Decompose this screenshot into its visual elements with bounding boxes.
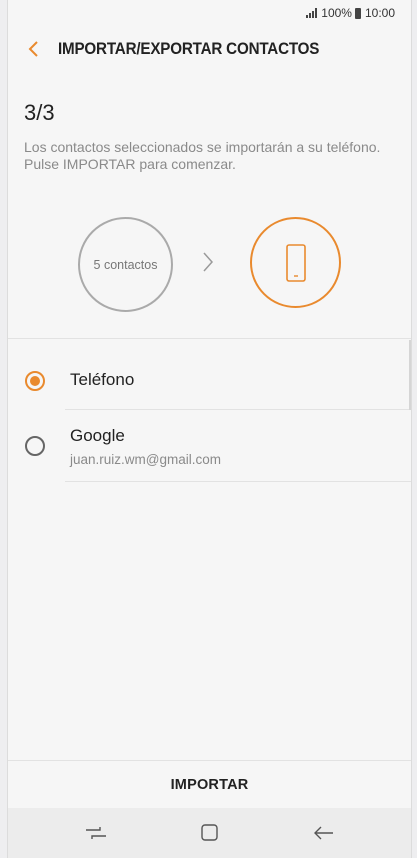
screen: 100% 10:00 IMPORTAR/EXPORTAR CONTACTOS 3… [7, 0, 412, 858]
import-button[interactable]: IMPORTAR [8, 762, 411, 808]
option-telefono-label: Teléfono [70, 370, 135, 389]
radio-telefono[interactable] [25, 371, 45, 391]
clock: 10:00 [364, 6, 395, 20]
step-indicator: 3/3 [24, 100, 55, 125]
app-bar: IMPORTAR/EXPORTAR CONTACTOS [8, 30, 411, 68]
instructions-text: Los contactos seleccionados se importará… [24, 139, 381, 172]
battery-percent: 100% [321, 6, 352, 20]
battery-icon [354, 7, 361, 19]
back-button[interactable] [16, 32, 50, 66]
home-icon[interactable] [195, 822, 223, 844]
option-google[interactable]: Google juan.ruiz.wm@gmail.com [8, 410, 411, 482]
status-bar: 100% 10:00 [8, 0, 411, 26]
signal-icon [306, 8, 318, 18]
destination-circle [250, 217, 341, 308]
option-divider [65, 481, 411, 482]
option-telefono[interactable]: Teléfono [8, 339, 411, 409]
phone-icon [285, 243, 306, 282]
radio-google[interactable] [25, 436, 45, 456]
source-label: 5 contactos [93, 257, 158, 272]
back-arrow-icon[interactable] [310, 822, 338, 844]
recents-icon[interactable] [82, 822, 110, 844]
chevron-right-icon [203, 252, 214, 272]
page-title: IMPORTAR/EXPORTAR CONTACTOS [58, 39, 320, 58]
option-google-account: juan.ruiz.wm@gmail.com [70, 452, 221, 467]
navigation-bar [8, 808, 411, 858]
footer-divider [8, 760, 411, 761]
chevron-left-icon [28, 41, 38, 57]
scroll-edge [409, 340, 411, 410]
option-google-label: Google [70, 426, 125, 445]
source-circle: 5 contactos [78, 217, 173, 312]
